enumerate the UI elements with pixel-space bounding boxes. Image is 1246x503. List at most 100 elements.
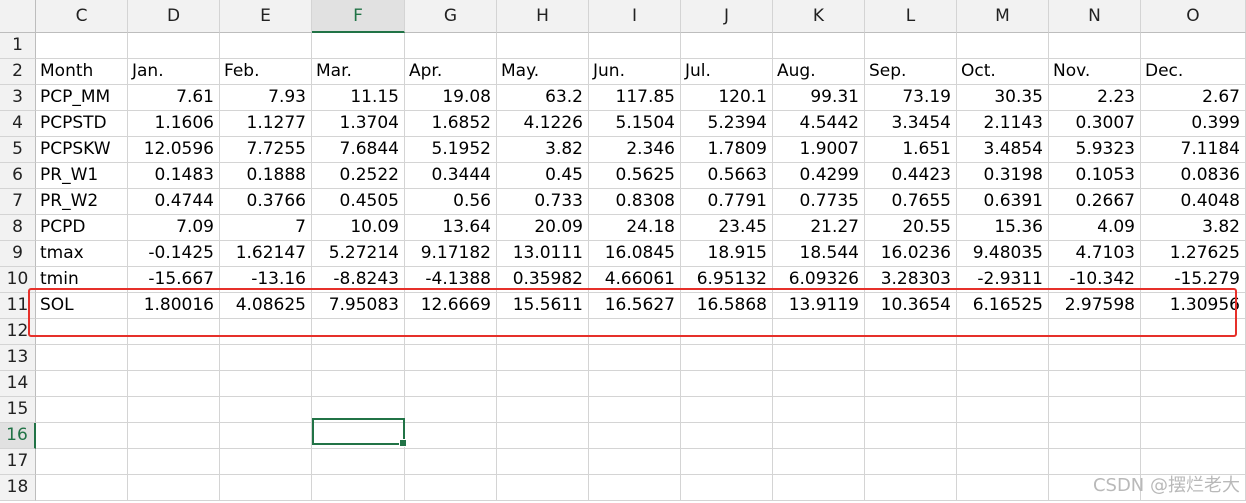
cell[interactable]: 2.23 — [1049, 85, 1141, 111]
cell[interactable] — [36, 397, 128, 423]
row-header[interactable]: 10 — [0, 267, 36, 293]
cell[interactable] — [1141, 33, 1246, 59]
cell[interactable] — [220, 345, 312, 371]
cell[interactable]: 1.651 — [865, 137, 957, 163]
cell[interactable]: 0.4505 — [312, 189, 405, 215]
cell[interactable] — [312, 345, 405, 371]
cell[interactable]: 3.4854 — [957, 137, 1049, 163]
cell[interactable]: 7.6844 — [312, 137, 405, 163]
row-header[interactable]: 2 — [0, 59, 36, 85]
cell[interactable]: Jan. — [128, 59, 220, 85]
cell[interactable]: 5.1504 — [589, 111, 681, 137]
cell[interactable]: 7.7255 — [220, 137, 312, 163]
cell[interactable] — [773, 449, 865, 475]
cell[interactable]: -4.1388 — [405, 267, 497, 293]
cell[interactable]: 15.5611 — [497, 293, 589, 319]
cell[interactable]: 2.97598 — [1049, 293, 1141, 319]
cell[interactable]: 63.2 — [497, 85, 589, 111]
cell[interactable]: 0.733 — [497, 189, 589, 215]
cell[interactable]: Feb. — [220, 59, 312, 85]
cell[interactable]: 1.1606 — [128, 111, 220, 137]
cell[interactable]: 0.0836 — [1141, 163, 1246, 189]
cell[interactable]: Jul. — [681, 59, 773, 85]
cell[interactable] — [957, 449, 1049, 475]
cell[interactable]: 0.2522 — [312, 163, 405, 189]
column-header-11[interactable]: N — [1049, 0, 1141, 33]
cell[interactable]: 0.4744 — [128, 189, 220, 215]
cell[interactable]: 1.7809 — [681, 137, 773, 163]
cell[interactable]: 16.5868 — [681, 293, 773, 319]
cell[interactable] — [589, 449, 681, 475]
row-header[interactable]: 16 — [0, 423, 36, 449]
cell[interactable]: 4.5442 — [773, 111, 865, 137]
cell[interactable] — [36, 345, 128, 371]
cell[interactable] — [312, 371, 405, 397]
cell[interactable] — [128, 423, 220, 449]
cell[interactable] — [1141, 423, 1246, 449]
cell[interactable]: 0.3766 — [220, 189, 312, 215]
cell[interactable]: 11.15 — [312, 85, 405, 111]
cell[interactable] — [957, 371, 1049, 397]
cell[interactable] — [497, 475, 589, 501]
cell[interactable]: 12.6669 — [405, 293, 497, 319]
cell[interactable] — [1141, 345, 1246, 371]
cell[interactable]: 20.09 — [497, 215, 589, 241]
cell[interactable]: 1.6852 — [405, 111, 497, 137]
row-header[interactable]: 12 — [0, 319, 36, 345]
cell[interactable] — [497, 33, 589, 59]
cell[interactable]: PR_W1 — [36, 163, 128, 189]
cell[interactable] — [773, 345, 865, 371]
cell[interactable]: Mar. — [312, 59, 405, 85]
cell[interactable] — [128, 319, 220, 345]
cell[interactable] — [405, 371, 497, 397]
fill-handle[interactable] — [399, 439, 407, 447]
cell[interactable]: 3.82 — [497, 137, 589, 163]
row-header[interactable]: 1 — [0, 33, 36, 59]
column-header-2[interactable]: E — [220, 0, 312, 33]
cell[interactable] — [589, 397, 681, 423]
cell[interactable] — [497, 397, 589, 423]
cell[interactable]: Sep. — [865, 59, 957, 85]
cell[interactable] — [773, 423, 865, 449]
cell[interactable] — [128, 371, 220, 397]
cell[interactable]: tmax — [36, 241, 128, 267]
cell[interactable]: 0.7655 — [865, 189, 957, 215]
cell[interactable]: PCPSKW — [36, 137, 128, 163]
cell[interactable] — [865, 449, 957, 475]
cell[interactable] — [865, 345, 957, 371]
column-header-8[interactable]: K — [773, 0, 865, 33]
cell[interactable]: 1.80016 — [128, 293, 220, 319]
row-header[interactable]: 18 — [0, 475, 36, 501]
cell[interactable]: 0.4048 — [1141, 189, 1246, 215]
cell[interactable] — [1049, 397, 1141, 423]
cell[interactable]: 0.8308 — [589, 189, 681, 215]
cell[interactable] — [957, 397, 1049, 423]
cell[interactable] — [681, 397, 773, 423]
cell[interactable]: 0.3007 — [1049, 111, 1141, 137]
cell[interactable] — [312, 33, 405, 59]
cell[interactable] — [128, 33, 220, 59]
cell[interactable]: 3.3454 — [865, 111, 957, 137]
cell[interactable] — [773, 475, 865, 501]
cell[interactable] — [681, 345, 773, 371]
column-header-7[interactable]: J — [681, 0, 773, 33]
row-header[interactable]: 4 — [0, 111, 36, 137]
cell[interactable]: 13.0111 — [497, 241, 589, 267]
cell[interactable] — [36, 475, 128, 501]
cell[interactable] — [36, 371, 128, 397]
cell[interactable]: 0.5663 — [681, 163, 773, 189]
column-header-4[interactable]: G — [405, 0, 497, 33]
cell[interactable]: 7.09 — [128, 215, 220, 241]
cell[interactable]: 73.19 — [865, 85, 957, 111]
active-cell-F16[interactable] — [312, 418, 407, 447]
cell[interactable]: 117.85 — [589, 85, 681, 111]
cell[interactable]: 23.45 — [681, 215, 773, 241]
column-header-6[interactable]: I — [589, 0, 681, 33]
cell[interactable]: 16.0236 — [865, 241, 957, 267]
cell[interactable]: 1.30956 — [1141, 293, 1246, 319]
column-header-5[interactable]: H — [497, 0, 589, 33]
cell[interactable]: 5.2394 — [681, 111, 773, 137]
cell[interactable] — [773, 319, 865, 345]
cell[interactable] — [220, 319, 312, 345]
cell[interactable] — [1049, 33, 1141, 59]
